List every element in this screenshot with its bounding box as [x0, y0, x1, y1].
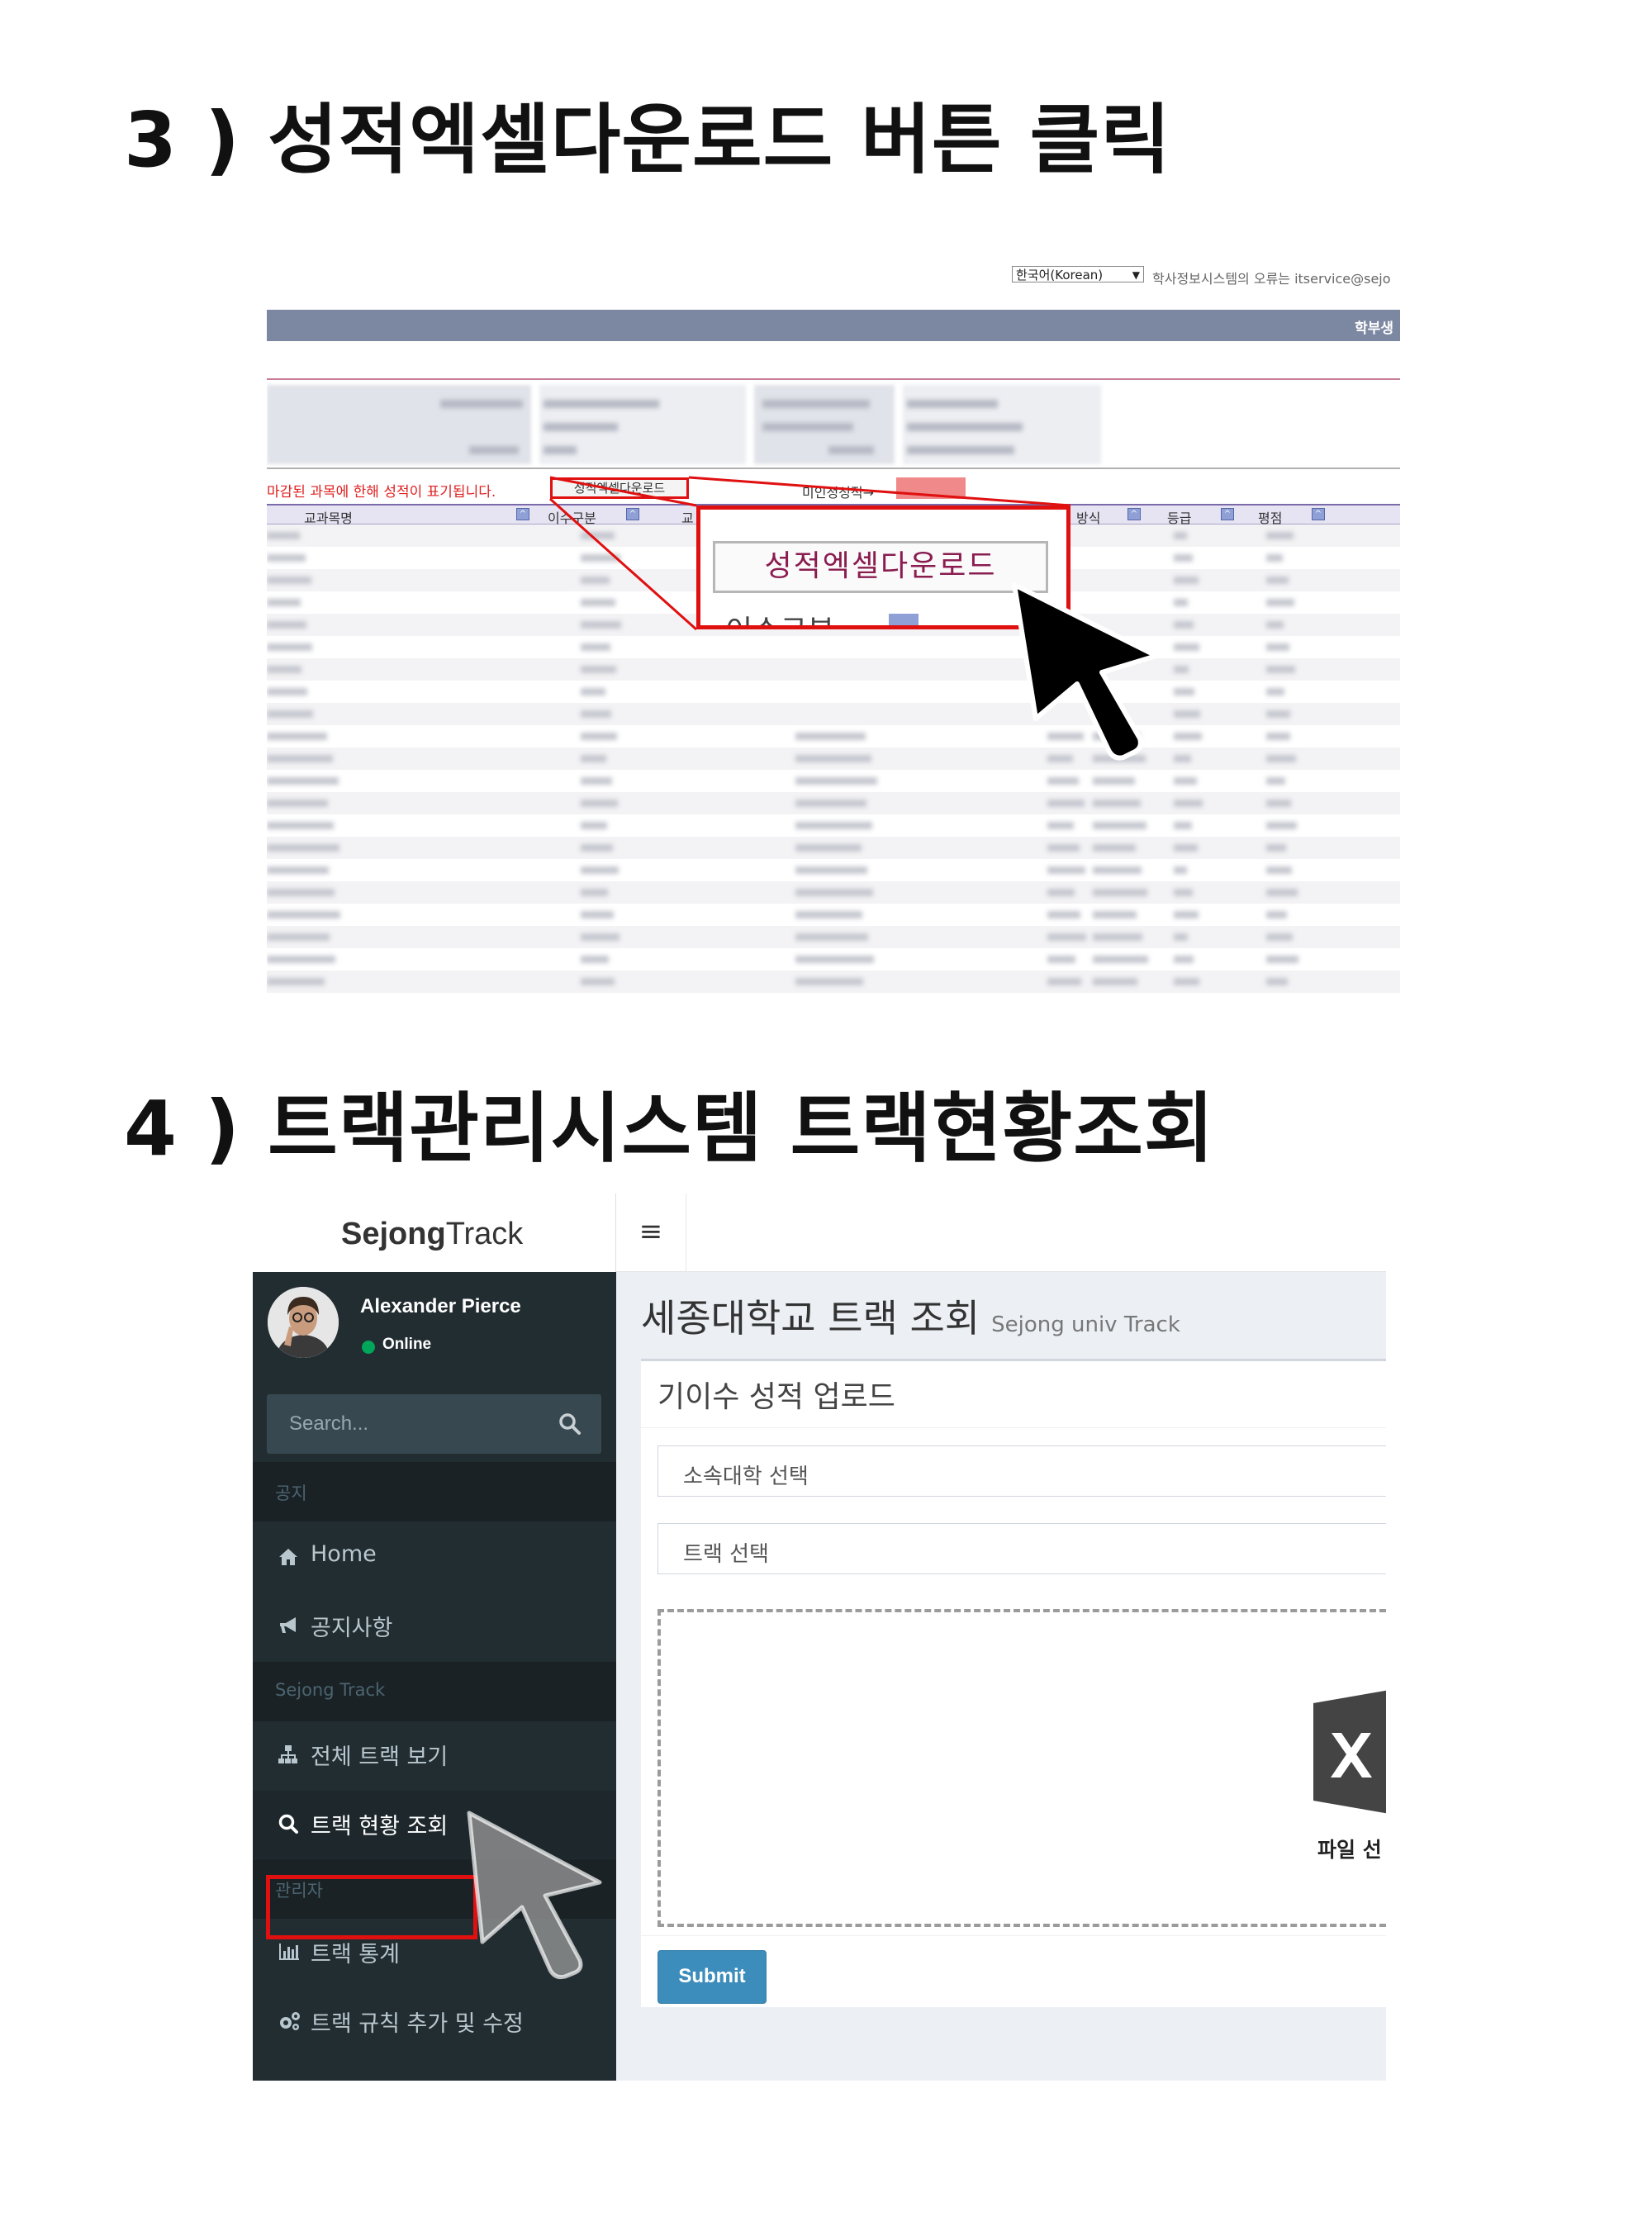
- college-select[interactable]: 소속대학 선택: [657, 1445, 1386, 1497]
- file-dropzone[interactable]: 파일 선: [657, 1609, 1386, 1927]
- logo-area[interactable]: SejongTrack: [253, 1194, 616, 1272]
- sitemap-icon: [278, 1745, 297, 1763]
- home-icon: [279, 1549, 297, 1565]
- section-header-track: Sejong Track: [253, 1662, 616, 1721]
- bar-chart-icon: [279, 1944, 299, 1960]
- search-icon[interactable]: [558, 1412, 582, 1436]
- step4-heading: 4 ) 트랙관리시스템 트랙현황조회: [124, 1085, 1215, 1173]
- bullhorn-icon: [280, 1617, 296, 1633]
- online-status-icon: [362, 1341, 375, 1354]
- section-header-notice: 공지: [253, 1462, 616, 1521]
- cursor-arrow-icon: [1012, 582, 1159, 761]
- app-logo[interactable]: SejongTrack: [341, 1217, 523, 1252]
- track-system-screenshot: SejongTrack ≡ Alexander Pierce Online Se…: [253, 1194, 1386, 2081]
- user-panel: Alexander Pierce Online: [253, 1272, 616, 1392]
- excel-file-icon[interactable]: [1307, 1690, 1386, 1814]
- sort-icon: [889, 614, 919, 625]
- zoomed-header-text: 이수구분: [725, 607, 834, 625]
- sidebar-search-input[interactable]: Search...: [267, 1394, 601, 1454]
- cursor-arrow-icon: [467, 1811, 602, 1980]
- avatar: [268, 1287, 339, 1358]
- top-navbar: ≡: [616, 1194, 1386, 1272]
- main-content: 세종대학교 트랙 조회 Sejong univ Track 기이수 성적 업로드 …: [616, 1272, 1386, 2081]
- step3-heading: 3 ) 성적엑셀다운로드 버튼 클릭: [124, 96, 1171, 184]
- box-title: 기이수 성적 업로드: [657, 1380, 895, 1414]
- page-subtitle: Sejong univ Track: [991, 1312, 1180, 1337]
- page-title: 세종대학교 트랙 조회 Sejong univ Track: [641, 1296, 1180, 1341]
- submit-button[interactable]: Submit: [657, 1950, 767, 2004]
- menu-toggle-icon[interactable]: ≡: [616, 1194, 686, 1272]
- user-status: Online: [382, 1336, 432, 1353]
- highlight-box: [266, 1875, 477, 1939]
- divider: [641, 1427, 1386, 1428]
- excel-download-button-zoomed[interactable]: 성적엑셀다운로드: [713, 541, 1048, 593]
- grade-page-screenshot: 한국어(Korean) ▼ 학사정보시스템의 오류는 itservice@sej…: [267, 256, 1400, 993]
- sidebar-item-notices[interactable]: 공지사항: [253, 1592, 616, 1660]
- sidebar-item-all-tracks[interactable]: 전체 트랙 보기: [253, 1721, 616, 1789]
- track-select[interactable]: 트랙 선택: [657, 1523, 1386, 1574]
- cogs-icon: [280, 2012, 300, 2030]
- user-name: Alexander Pierce: [360, 1295, 521, 1317]
- sidebar-item-home[interactable]: Home: [253, 1524, 616, 1592]
- search-icon: [278, 1814, 298, 1834]
- upload-box: 기이수 성적 업로드 소속대학 선택 트랙 선택 파일 선 Submit: [641, 1359, 1386, 2007]
- divider: [641, 1935, 1386, 1936]
- sidebar-item-track-rules[interactable]: 트랙 규칙 추가 및 수정: [253, 1988, 616, 2056]
- file-select-label[interactable]: 파일 선: [1317, 1834, 1382, 1863]
